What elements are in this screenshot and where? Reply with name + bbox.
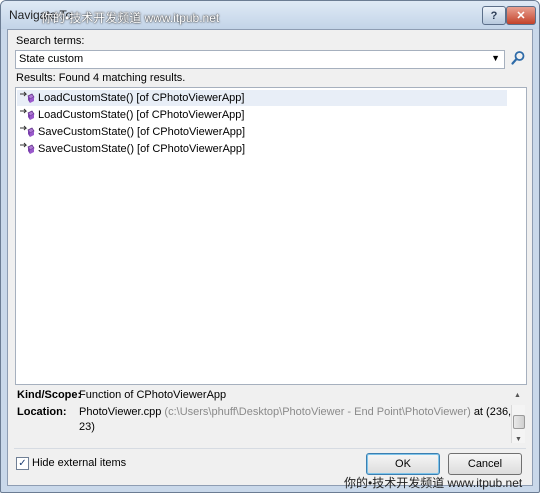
hide-external-label[interactable]: Hide external items bbox=[32, 457, 126, 469]
details-panel: Kind/Scope: Function of CPhotoViewerApp … bbox=[15, 389, 525, 445]
help-icon: ? bbox=[490, 9, 498, 22]
location-path: (c:\Users\phuff\Desktop\PhotoViewer - En… bbox=[164, 406, 471, 418]
dropdown-arrow-icon[interactable]: ▼ bbox=[491, 53, 500, 63]
navigate-to-dialog: Navigate To 你的•技术开发频道 www.itpub.net ? ✕ … bbox=[0, 0, 540, 493]
location-line: 23) bbox=[79, 421, 95, 433]
cancel-button[interactable]: Cancel bbox=[448, 453, 522, 475]
location-at: at (236, bbox=[473, 406, 512, 418]
results-list[interactable]: LoadCustomState() [of CPhotoViewerApp] L… bbox=[15, 87, 527, 385]
watermark-bottom: 你的•技术开发频道 www.itpub.net bbox=[344, 476, 523, 490]
close-button[interactable]: ✕ bbox=[506, 6, 536, 25]
hide-external-checkbox[interactable]: ✓ bbox=[16, 457, 29, 470]
result-item-text: LoadCustomState() [of CPhotoViewerApp] bbox=[38, 92, 245, 104]
close-icon: ✕ bbox=[516, 10, 526, 22]
dialog-body: Search terms: State custom ▼ Results: Fo… bbox=[7, 29, 533, 486]
method-icon bbox=[20, 142, 35, 154]
scroll-thumb[interactable] bbox=[513, 415, 525, 429]
title-bar[interactable]: Navigate To 你的•技术开发频道 www.itpub.net ? ✕ bbox=[1, 1, 539, 29]
result-item-text: SaveCustomState() [of CPhotoViewerApp] bbox=[38, 143, 246, 155]
method-icon bbox=[20, 125, 35, 137]
search-terms-combo[interactable]: State custom ▼ bbox=[15, 50, 505, 69]
kind-scope-label: Kind/Scope: bbox=[17, 389, 82, 401]
location-value: PhotoViewer.cpp (c:\Users\phuff\Desktop\… bbox=[79, 406, 511, 418]
location-file: PhotoViewer.cpp bbox=[79, 406, 162, 418]
result-item[interactable]: SaveCustomState() [of CPhotoViewerApp] bbox=[17, 124, 507, 140]
search-icon[interactable] bbox=[510, 50, 526, 66]
results-label: Results: Found 4 matching results. bbox=[16, 72, 186, 84]
scroll-down-icon[interactable]: ▼ bbox=[515, 436, 522, 443]
watermark-top: 你的•技术开发频道 www.itpub.net bbox=[41, 11, 220, 25]
kind-scope-value: Function of CPhotoViewerApp bbox=[79, 389, 227, 401]
result-item[interactable]: LoadCustomState() [of CPhotoViewerApp] bbox=[17, 107, 507, 123]
method-icon bbox=[20, 108, 35, 120]
search-terms-value[interactable]: State custom bbox=[19, 53, 83, 65]
details-scrollbar[interactable]: ▼ bbox=[511, 405, 525, 443]
details-scroll-up-icon[interactable]: ▲ bbox=[511, 389, 524, 403]
location-label: Location: bbox=[17, 406, 67, 418]
result-item-text: LoadCustomState() [of CPhotoViewerApp] bbox=[38, 109, 245, 121]
help-button[interactable]: ? bbox=[482, 6, 506, 25]
ok-button[interactable]: OK bbox=[366, 453, 440, 475]
result-item-text: SaveCustomState() [of CPhotoViewerApp] bbox=[38, 126, 246, 138]
method-icon bbox=[20, 91, 35, 103]
search-terms-label: Search terms: bbox=[16, 35, 85, 47]
result-item[interactable]: SaveCustomState() [of CPhotoViewerApp] bbox=[17, 141, 507, 157]
divider bbox=[14, 448, 526, 449]
result-item[interactable]: LoadCustomState() [of CPhotoViewerApp] bbox=[17, 90, 507, 106]
